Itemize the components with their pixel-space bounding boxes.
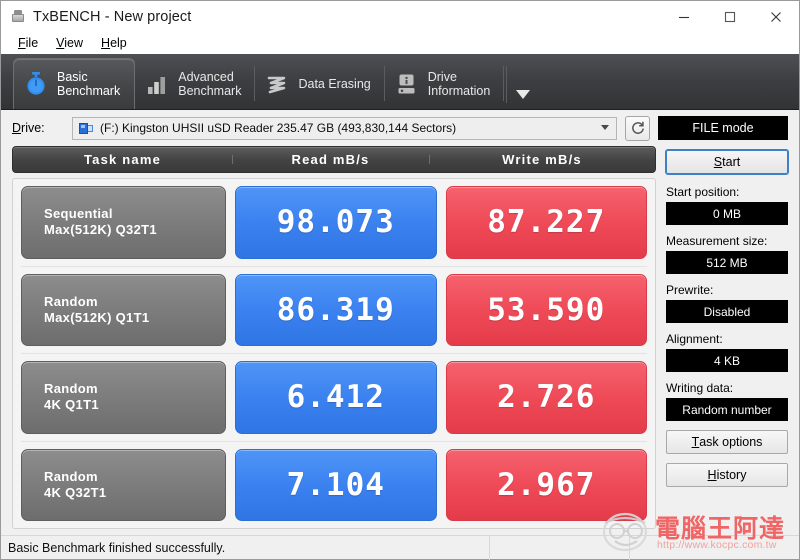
tab-label: Data Erasing bbox=[298, 76, 371, 91]
alignment-value[interactable]: 4 KB bbox=[666, 349, 788, 372]
chevron-down-icon[interactable] bbox=[516, 90, 531, 99]
tabs-overflow[interactable] bbox=[506, 58, 538, 109]
write-value-cell: 53.590 bbox=[445, 273, 647, 346]
tab-label: Advanced Benchmark bbox=[178, 69, 242, 98]
read-value-cell: 6.412 bbox=[235, 361, 437, 434]
menu-file[interactable]: File bbox=[10, 34, 46, 52]
menu-view[interactable]: View bbox=[48, 34, 91, 52]
maximize-icon[interactable] bbox=[707, 1, 753, 32]
refresh-button[interactable] bbox=[625, 115, 650, 141]
table-row: Random 4K Q1T1 6.412 2.726 bbox=[21, 361, 647, 442]
results-header: Task name Read mB/s Write mB/s bbox=[12, 146, 656, 173]
close-icon[interactable] bbox=[753, 1, 799, 32]
usb-drive-icon bbox=[79, 122, 94, 135]
write-value-cell: 2.967 bbox=[445, 448, 647, 521]
start-button[interactable]: Start bbox=[665, 149, 789, 175]
task-name-cell: Random 4K Q1T1 bbox=[21, 361, 226, 434]
start-position-label: Start position: bbox=[666, 185, 740, 199]
stopwatch-icon bbox=[24, 71, 48, 97]
window-controls bbox=[661, 1, 799, 32]
read-value-cell: 7.104 bbox=[235, 448, 437, 521]
writing-data-value[interactable]: Random number bbox=[666, 398, 788, 421]
settings-sidebar: Start Start position: 0 MB Measurement s… bbox=[665, 146, 789, 529]
main-content: Task name Read mB/s Write mB/s Sequentia… bbox=[1, 146, 799, 529]
task-name-cell: Random 4K Q32T1 bbox=[21, 448, 226, 521]
status-bar: Basic Benchmark finished successfully. bbox=[1, 535, 799, 560]
tab-strip: Basic Benchmark Advanced Benchmark Data … bbox=[1, 54, 799, 110]
results-panel: Task name Read mB/s Write mB/s Sequentia… bbox=[12, 146, 656, 529]
results-body: Sequential Max(512K) Q32T1 98.073 87.227… bbox=[12, 178, 656, 529]
measurement-size-label: Measurement size: bbox=[666, 234, 768, 248]
writing-data-label: Writing data: bbox=[666, 381, 734, 395]
bar-chart-icon bbox=[145, 71, 169, 97]
table-row: Random 4K Q32T1 7.104 2.967 bbox=[21, 448, 647, 521]
read-value-cell: 98.073 bbox=[235, 186, 437, 259]
menu-help[interactable]: Help bbox=[93, 34, 135, 52]
minimize-icon[interactable] bbox=[661, 1, 707, 32]
file-mode-button[interactable]: FILE mode bbox=[658, 116, 788, 140]
measurement-size-value[interactable]: 512 MB bbox=[666, 251, 788, 274]
title-bar: TxBENCH - New project bbox=[1, 1, 799, 32]
txbench-window: TxBENCH - New project File View Help Bas… bbox=[0, 0, 800, 560]
table-row: Sequential Max(512K) Q32T1 98.073 87.227 bbox=[21, 186, 647, 267]
tab-data-erasing[interactable]: Data Erasing bbox=[255, 58, 385, 109]
start-position-value[interactable]: 0 MB bbox=[666, 202, 788, 225]
column-header-read: Read mB/s bbox=[232, 152, 429, 167]
column-header-task-name: Task name bbox=[83, 152, 162, 167]
status-message: Basic Benchmark finished successfully. bbox=[8, 540, 226, 555]
prewrite-value[interactable]: Disabled bbox=[666, 300, 788, 323]
alignment-label: Alignment: bbox=[666, 332, 723, 346]
drive-label: Drive: bbox=[12, 121, 45, 135]
app-drive-icon bbox=[10, 9, 26, 25]
drive-select-value: (F:) Kingston UHSII uSD Reader 235.47 GB… bbox=[100, 121, 457, 135]
table-row: Random Max(512K) Q1T1 86.319 53.590 bbox=[21, 273, 647, 354]
task-options-button[interactable]: Task options bbox=[666, 430, 788, 454]
tab-label: Drive Information bbox=[427, 69, 491, 98]
tab-advanced-benchmark[interactable]: Advanced Benchmark bbox=[135, 58, 256, 109]
menu-bar: File View Help bbox=[1, 32, 799, 54]
status-segment-2 bbox=[629, 535, 799, 560]
task-name-cell: Sequential Max(512K) Q32T1 bbox=[21, 186, 226, 259]
history-button[interactable]: History bbox=[666, 463, 788, 487]
status-segment-1 bbox=[489, 535, 629, 560]
drive-info-icon bbox=[395, 71, 419, 97]
write-value-cell: 87.227 bbox=[445, 186, 647, 259]
read-value-cell: 86.319 bbox=[235, 273, 437, 346]
chevron-down-icon[interactable] bbox=[601, 125, 609, 130]
drive-select[interactable]: (F:) Kingston UHSII uSD Reader 235.47 GB… bbox=[72, 116, 617, 140]
eraser-icon bbox=[265, 71, 289, 97]
refresh-icon bbox=[631, 121, 644, 134]
tab-basic-benchmark[interactable]: Basic Benchmark bbox=[13, 58, 136, 109]
window-title: TxBENCH - New project bbox=[33, 8, 192, 25]
write-value-cell: 2.726 bbox=[445, 361, 647, 434]
drive-bar: Drive: (F:) Kingston UHSII uSD Reader 23… bbox=[1, 110, 799, 146]
tab-drive-information[interactable]: Drive Information bbox=[385, 58, 505, 109]
tab-label: Basic Benchmark bbox=[57, 70, 121, 98]
column-header-write: Write mB/s bbox=[429, 152, 655, 167]
prewrite-label: Prewrite: bbox=[666, 283, 714, 297]
task-name-cell: Random Max(512K) Q1T1 bbox=[21, 273, 226, 346]
